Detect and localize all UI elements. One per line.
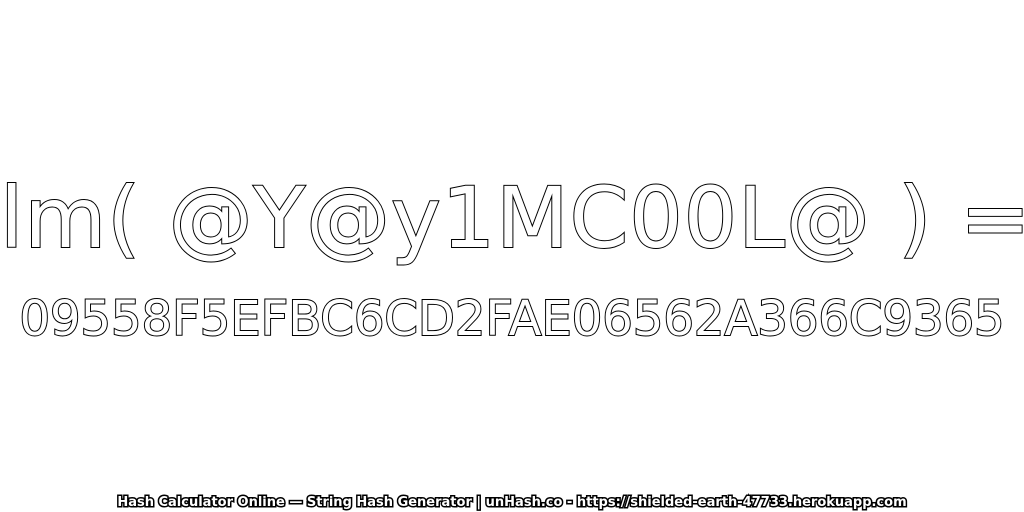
hash-value-text: 09558F5EFBC6CD2FAE06562A366C9365 [18, 290, 1005, 348]
footer-caption: Hash Calculator Online — String Hash Gen… [116, 494, 908, 512]
input-string-text: lm( @Y@y1MC00L@ ) = [0, 168, 1024, 268]
hash-image-canvas: lm( @Y@y1MC00L@ ) = 09558F5EFBC6CD2FAE06… [0, 0, 1024, 512]
